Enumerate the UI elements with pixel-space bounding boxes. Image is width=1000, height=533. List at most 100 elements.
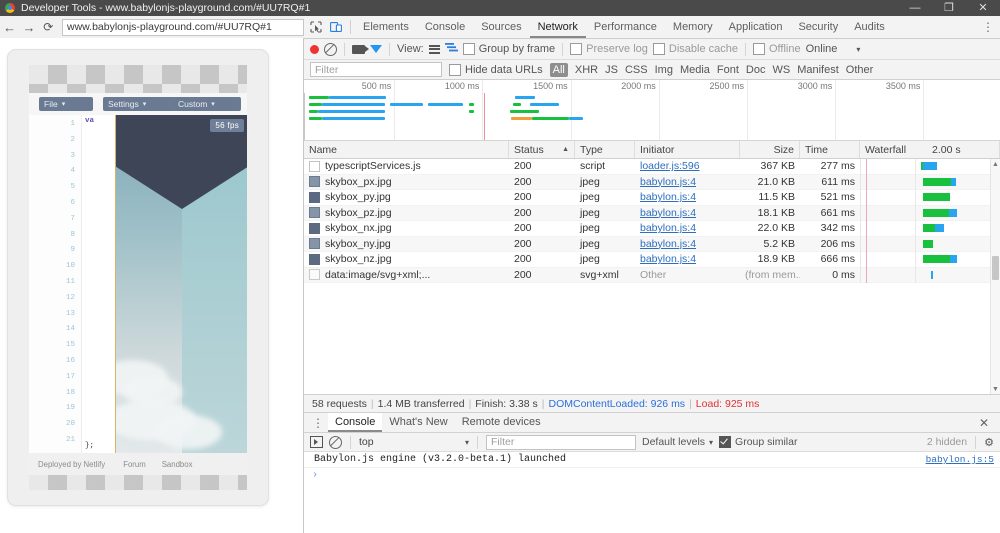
initiator-link[interactable]: Other [640,269,666,281]
table-row[interactable]: skybox_px.jpg 200 jpeg babylon.js:4 21.0 KB 6… [304,174,1000,190]
console-message-row[interactable]: Babylon.js engine (v3.2.0-beta.1) launch… [304,452,1000,468]
table-row[interactable]: skybox_ny.jpg 200 jpeg babylon.js:4 5.2 KB 20… [304,236,1000,252]
maximize-button[interactable]: ❐ [932,0,966,16]
initiator-link[interactable]: babylon.js:4 [640,238,696,250]
column-header-waterfall[interactable]: Waterfall 2.00 s [860,141,1000,158]
devtools-tab-security[interactable]: Security [790,16,846,38]
close-button[interactable]: ✕ [966,0,1000,16]
cell-waterfall[interactable] [860,174,1000,190]
disable-cache-checkbox[interactable]: Disable cache [652,43,738,55]
drawer-tab-what-s-new[interactable]: What's New [382,413,454,432]
view-list-icon[interactable] [428,44,440,54]
initiator-link[interactable]: babylon.js:4 [640,176,696,188]
filter-type-manifest[interactable]: Manifest [797,64,839,76]
preserve-log-checkbox[interactable]: Preserve log [570,43,648,55]
table-row[interactable]: typescriptServices.js 200 script loader.js:… [304,159,1000,175]
filter-type-ws[interactable]: WS [772,64,790,76]
column-header-time[interactable]: Time [800,141,860,158]
cell-name[interactable]: skybox_pz.jpg [304,207,509,219]
scrollbar-thumb[interactable] [992,256,999,280]
online-throttle-value[interactable]: Online [806,43,838,55]
initiator-link[interactable]: babylon.js:4 [640,222,696,234]
devtools-tab-elements[interactable]: Elements [355,16,417,38]
drawer-tab-console[interactable]: Console [328,413,383,432]
cell-waterfall[interactable] [860,159,1000,174]
chevron-down-icon[interactable]: ▾ [856,45,860,54]
cell-initiator[interactable]: babylon.js:4 [635,238,740,250]
table-row[interactable]: skybox_py.jpg 200 jpeg babylon.js:4 11.5 KB 5… [304,189,1000,206]
column-header-name[interactable]: Name [304,141,509,158]
console-message-source-link[interactable]: babylon.js:5 [926,454,994,465]
filter-type-xhr[interactable]: XHR [575,64,598,76]
reload-button[interactable]: ⟳ [39,17,58,37]
group-by-frame-checkbox[interactable]: Group by frame [462,43,555,55]
console-context-selector[interactable]: top ▾ [359,436,469,448]
address-bar[interactable]: www.babylonjs-playground.com/#UU7RQ#1 [61,18,304,36]
column-header-type[interactable]: Type [575,141,635,158]
initiator-link[interactable]: babylon.js:4 [640,191,696,203]
file-menu-button[interactable]: File ▾ [39,97,93,111]
table-row[interactable]: skybox_nz.jpg 200 jpeg babylon.js:4 18.9 KB 6… [304,251,1000,268]
filter-type-doc[interactable]: Doc [746,64,766,76]
devtools-tab-console[interactable]: Console [417,16,473,38]
devtools-tab-memory[interactable]: Memory [665,16,721,38]
filter-type-font[interactable]: Font [717,64,739,76]
settings-menu-button[interactable]: Settings ▾ [103,97,175,111]
filter-type-other[interactable]: Other [846,64,874,76]
cell-name[interactable]: skybox_nx.jpg [304,222,509,234]
cell-waterfall[interactable] [860,220,1000,236]
console-log-levels-dropdown[interactable]: Default levels ▾ [642,436,713,448]
gear-icon[interactable]: ⚙ [984,436,994,449]
cell-initiator[interactable]: babylon.js:4 [635,222,740,234]
cell-name[interactable]: data:image/svg+xml;... [304,269,509,281]
filter-type-all[interactable]: All [549,62,568,77]
table-row[interactable]: data:image/svg+xml;... 200 svg+xml Other (fr… [304,267,1000,283]
cell-name[interactable]: skybox_ny.jpg [304,238,509,250]
console-filter-input[interactable]: Filter [486,434,636,450]
group-similar-checkbox[interactable]: Group similar [719,436,797,448]
record-button-icon[interactable] [310,44,319,54]
initiator-link[interactable]: babylon.js:4 [640,253,696,265]
filter-type-css[interactable]: CSS [625,64,648,76]
footer-link-forum[interactable]: Forum [123,460,146,469]
cell-waterfall[interactable] [860,251,1000,267]
forward-button[interactable]: → [19,17,38,37]
cell-name[interactable]: skybox_py.jpg [304,191,509,203]
clear-console-icon[interactable] [329,435,342,449]
devtools-tab-network[interactable]: Network [530,16,586,38]
drawer-more-button[interactable]: ⋮ [308,416,328,430]
network-overview-timeline[interactable]: 500 ms 1000 ms 1500 ms 2000 ms 2500 ms 3000 m… [304,80,1000,141]
footer-link-sandbox[interactable]: Sandbox [162,460,193,469]
devtools-tab-sources[interactable]: Sources [473,16,529,38]
devtools-tab-audits[interactable]: Audits [846,16,893,38]
cell-initiator[interactable]: babylon.js:4 [635,191,740,203]
footer-link-netlify[interactable]: Deployed by Netlify [38,460,105,469]
devtools-more-button[interactable]: ⋮ [978,20,998,34]
inspect-element-icon[interactable] [306,17,326,37]
drawer-close-button[interactable]: ✕ [972,416,996,430]
funnel-icon[interactable] [370,45,382,53]
cell-name[interactable]: skybox_nz.jpg [304,253,509,265]
console-prompt[interactable]: › [304,468,1000,481]
cell-initiator[interactable]: Other [635,269,740,281]
cell-waterfall[interactable] [860,236,1000,252]
filter-type-media[interactable]: Media [680,64,710,76]
cell-waterfall[interactable] [860,205,1000,221]
scroll-down-arrow-icon[interactable]: ▼ [991,384,1000,394]
view-waterfall-icon[interactable] [444,42,458,56]
column-header-status[interactable]: Status ▲ [509,141,575,158]
clear-icon[interactable] [324,42,337,56]
cell-initiator[interactable]: loader.js:596 [635,160,740,172]
initiator-link[interactable]: babylon.js:4 [640,207,696,219]
devtools-tab-application[interactable]: Application [721,16,791,38]
column-header-initiator[interactable]: Initiator [635,141,740,158]
babylon-canvas[interactable]: 56 fps [115,115,247,453]
cell-initiator[interactable]: babylon.js:4 [635,176,740,188]
cell-initiator[interactable]: babylon.js:4 [635,207,740,219]
cell-waterfall[interactable] [860,189,1000,205]
devtools-tab-performance[interactable]: Performance [586,16,665,38]
console-sidebar-icon[interactable] [310,436,323,448]
filter-type-img[interactable]: Img [655,64,673,76]
hide-data-urls-checkbox[interactable]: Hide data URLs [449,63,543,76]
column-header-size[interactable]: Size [740,141,800,158]
